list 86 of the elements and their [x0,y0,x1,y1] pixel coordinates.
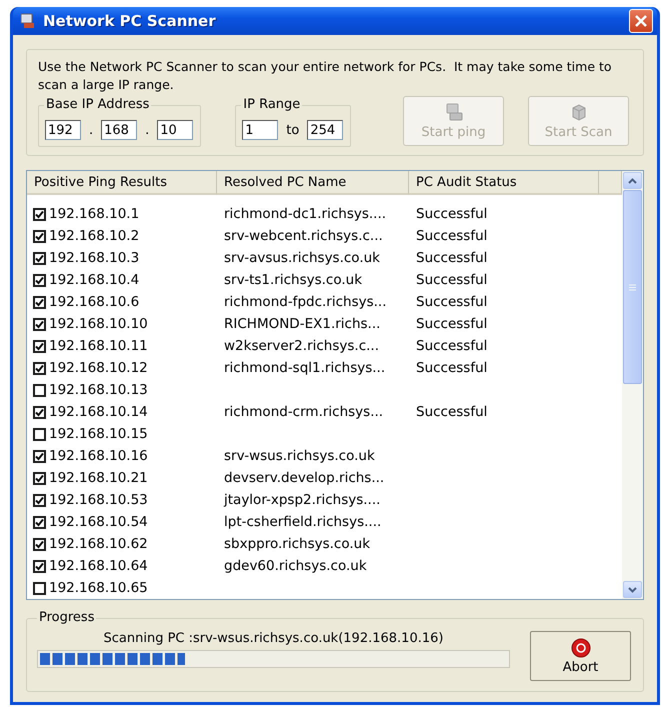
ip-address: 192.168.10.65 [49,580,148,596]
column-header[interactable]: Resolved PC Name [217,171,409,195]
ip-address: 192.168.10.2 [49,228,140,244]
ip-address: 192.168.10.1 [49,206,140,222]
ip-address: 192.168.10.64 [49,558,148,574]
ip-address: 192.168.10.11 [49,338,148,354]
checkbox[interactable] [33,428,46,440]
pc-name: richmond-fpdc.richsys... [223,294,387,310]
column-header[interactable]: Positive Ping Results [27,171,217,195]
pc-name: lpt-csherfield.richsys.... [223,514,382,530]
intro-text: Use the Network PC Scanner to scan your entire network for PCs. It may take some time to scan a large IP range. [38,58,613,94]
computers-icon [444,102,464,122]
checkbox[interactable] [33,230,46,242]
ip-address: 192.168.10.4 [49,272,140,288]
separator: . [88,122,94,138]
checkbox[interactable] [33,472,46,484]
ip-address: 192.168.10.54 [49,514,148,530]
checkbox[interactable] [33,450,46,462]
ip-address: 192.168.10.16 [49,448,148,464]
scroll-thumb[interactable] [623,190,642,384]
checkbox[interactable] [33,406,46,418]
ip-address: 192.168.10.12 [49,360,148,376]
audit-status: Successful [415,338,488,354]
stop-icon [570,638,590,658]
close-button[interactable] [629,9,653,33]
checkbox[interactable] [33,208,46,220]
audit-status: Successful [415,272,488,288]
checkbox[interactable] [33,538,46,550]
ip-octet-field[interactable]: 10 [157,120,194,140]
pc-name: sbxppro.richsys.co.uk [223,536,370,552]
checkbox[interactable] [33,582,46,594]
audit-status: Successful [415,404,488,420]
range-start-field[interactable]: 1 [242,120,278,140]
ip-address: 192.168.10.14 [49,404,148,420]
ip-octet-field[interactable]: 192 [45,120,81,140]
scroll-up-button[interactable] [623,172,642,189]
scrollbar[interactable] [622,171,643,599]
audit-status: Successful [415,206,488,222]
status-message: Scanning PC :srv-wsus.richsys.co.uk(192.168.10.16) [104,631,444,646]
checkbox[interactable] [33,252,46,264]
ip-octet-field[interactable]: 168 [101,120,138,140]
window-title: Network PC Scanner [43,12,217,30]
pc-name: RICHMOND-EX1.richs... [223,316,380,332]
pc-name: w2kserver2.richsys.c... [223,338,379,354]
pc-name: srv-avsus.richsys.co.uk [223,250,380,266]
pc-name: gdev60.richsys.co.uk [223,558,367,574]
ip-address: 192.168.10.13 [49,382,148,398]
checkbox[interactable] [33,516,46,528]
column-header [599,171,622,195]
ip-address: 192.168.10.62 [49,536,148,552]
pc-name: richmond-dc1.richsys.... [223,206,386,222]
ip-address: 192.168.10.15 [49,426,148,442]
checkbox[interactable] [33,318,46,330]
checkbox[interactable] [33,560,46,572]
audit-status: Successful [415,228,488,244]
audit-status: Successful [415,316,488,332]
group-label: IP Range [241,97,302,112]
ip-address: 192.168.10.21 [49,470,148,486]
column-header[interactable]: PC Audit Status [409,171,599,195]
ip-address: 192.168.10.53 [49,492,148,508]
scroll-down-button[interactable] [623,581,642,598]
ip-address: 192.168.10.3 [49,250,140,266]
pc-name: srv-ts1.richsys.co.uk [223,272,362,288]
checkbox[interactable] [33,296,46,308]
audit-status: Successful [415,294,488,310]
range-end-field[interactable]: 254 [307,120,344,140]
pc-name: richmond-crm.richsys... [223,404,384,420]
checkbox[interactable] [33,384,46,396]
pc-name: jtaylor-xpsp2.richsys.... [222,492,380,508]
pc-name: srv-webcent.richsys.c... [223,228,383,244]
ip-address: 192.168.10.6 [49,294,140,310]
pc-name: srv-wsus.richsys.co.uk [223,448,375,464]
pc-name: richmond-sql1.richsys... [223,360,386,376]
audit-status: Successful [415,360,488,376]
checkbox[interactable] [33,274,46,286]
ip-address: 192.168.10.10 [49,316,148,332]
audit-status: Successful [415,250,488,266]
pc-name: devserv.develop.richs... [223,470,384,486]
checkbox[interactable] [33,362,46,374]
checkbox[interactable] [33,340,46,352]
to-label: to [285,122,300,138]
close-icon [634,14,648,28]
checkbox[interactable] [33,494,46,506]
separator: . [144,122,150,138]
group-label: Progress [37,610,96,625]
abort-button[interactable]: Abort [530,631,631,681]
